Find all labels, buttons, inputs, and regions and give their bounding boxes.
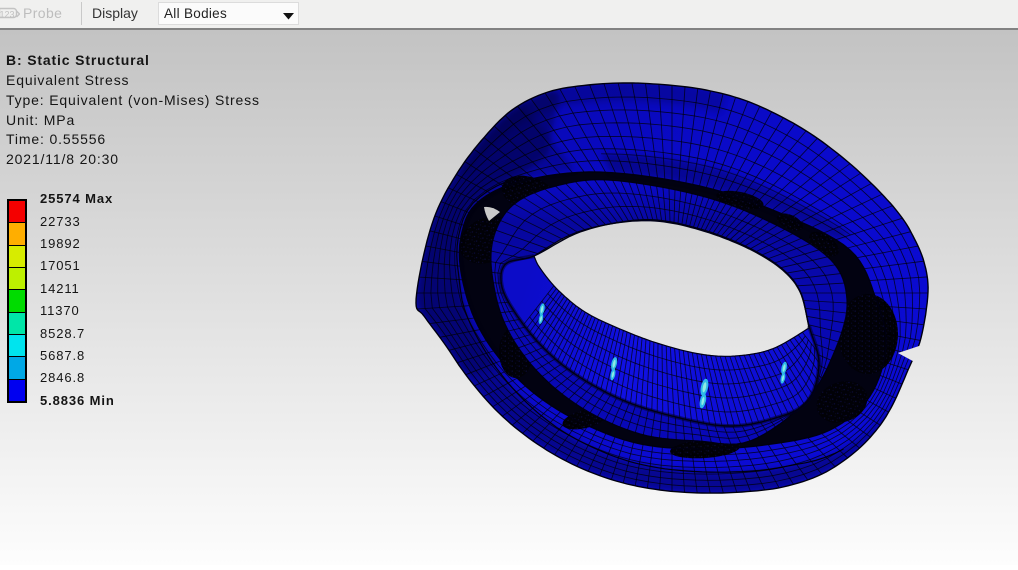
svg-text:123: 123 [0,10,15,20]
